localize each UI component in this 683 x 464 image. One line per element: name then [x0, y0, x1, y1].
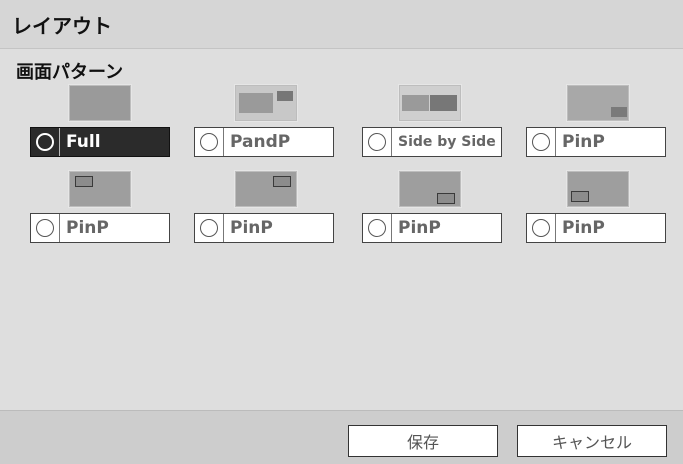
pinp-thumbnail [566, 170, 630, 208]
footer-bar: 保存 キャンセル [0, 410, 683, 464]
pattern-option-full[interactable]: Full [30, 127, 170, 157]
radio-icon [368, 219, 386, 237]
pattern-label: PinP [562, 218, 605, 238]
pattern-option-pinp[interactable]: PinP [526, 213, 666, 243]
cancel-button[interactable]: キャンセル [517, 425, 667, 457]
pattern-label: PinP [66, 218, 109, 238]
radio-icon [36, 219, 54, 237]
pattern-cell-pinp-4: PinP [362, 170, 502, 254]
save-button[interactable]: 保存 [348, 425, 498, 457]
pattern-label: PinP [562, 132, 605, 152]
pinp-thumbnail [234, 170, 298, 208]
pattern-cell-full: Full [30, 84, 170, 168]
radio-icon [532, 133, 550, 151]
radio-icon [532, 219, 550, 237]
dialog-title: レイアウト [12, 14, 112, 38]
side-by-side-thumbnail [398, 84, 462, 122]
pattern-cell-side-by-side: Side by Side [362, 84, 502, 168]
pattern-option-side-by-side[interactable]: Side by Side [362, 127, 502, 157]
radio-icon [36, 133, 54, 151]
radio-icon [200, 219, 218, 237]
full-screen-thumbnail [68, 84, 132, 122]
radio-icon [200, 133, 218, 151]
pattern-cell-pinp-3: PinP [194, 170, 334, 254]
pinp-thumbnail [68, 170, 132, 208]
pattern-label: Side by Side [398, 134, 496, 150]
pattern-label: PinP [398, 218, 441, 238]
screen-pattern-heading: 画面パターン [16, 62, 124, 83]
pattern-option-pinp[interactable]: PinP [30, 213, 170, 243]
pandp-thumbnail [234, 84, 298, 122]
pattern-cell-pandp: PandP [194, 84, 334, 168]
pinp-thumbnail [566, 84, 630, 122]
pattern-cell-pinp-5: PinP [526, 170, 666, 254]
pattern-option-pinp[interactable]: PinP [526, 127, 666, 157]
pattern-label: PandP [230, 132, 291, 152]
pattern-option-pinp[interactable]: PinP [194, 213, 334, 243]
layout-dialog: レイアウト 画面パターン Full PandP Side by Side Pin… [0, 0, 683, 464]
pattern-label: Full [66, 132, 101, 152]
pinp-thumbnail [398, 170, 462, 208]
pattern-cell-pinp-2: PinP [30, 170, 170, 254]
pattern-cell-pinp-1: PinP [526, 84, 666, 168]
radio-icon [368, 133, 386, 151]
pattern-label: PinP [230, 218, 273, 238]
title-bar: レイアウト [0, 0, 683, 49]
pattern-option-pinp[interactable]: PinP [362, 213, 502, 243]
pattern-option-pandp[interactable]: PandP [194, 127, 334, 157]
